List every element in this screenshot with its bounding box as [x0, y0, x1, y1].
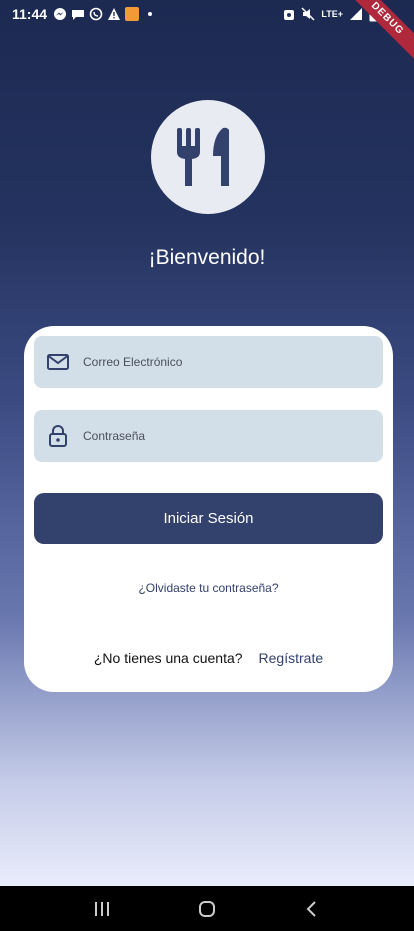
login-button[interactable]: Iniciar Sesión — [34, 493, 383, 544]
email-field[interactable] — [34, 336, 383, 388]
password-field[interactable] — [34, 410, 383, 462]
welcome-title: ¡Bienvenido! — [148, 246, 266, 269]
register-link[interactable]: Regístrate — [259, 650, 324, 666]
home-icon — [198, 900, 215, 917]
email-input[interactable] — [83, 355, 353, 369]
dot-icon — [148, 12, 153, 16]
register-row: ¿No tienes una cuenta? Regístrate — [24, 650, 393, 666]
status-bar: 11:44 LTE+ — [0, 0, 414, 28]
chat-icon — [72, 10, 85, 20]
signal-icon — [350, 8, 362, 20]
forgot-password-link[interactable]: ¿Olvidaste tu contraseña? — [24, 581, 393, 595]
password-input[interactable] — [83, 429, 353, 443]
system-nav-bar — [0, 886, 414, 931]
back-button[interactable] — [292, 894, 332, 924]
recent-apps-button[interactable] — [82, 894, 122, 924]
utensils-icon — [177, 127, 229, 186]
app-logo — [151, 100, 265, 214]
alarm-icon — [284, 10, 295, 20]
login-card: Iniciar Sesión ¿Olvidaste tu contraseña?… — [24, 326, 393, 692]
mute-icon — [301, 7, 315, 21]
network-label: LTE+ — [321, 9, 343, 19]
notification-icons — [53, 7, 157, 21]
whatsapp-icon — [89, 7, 103, 21]
status-time: 11:44 — [12, 6, 48, 22]
messenger-icon — [54, 8, 67, 20]
recent-apps-icon — [95, 901, 110, 916]
app-screen: 11:44 LTE+ DEBUG ¡Bienvenido! Correo Ele… — [0, 0, 414, 886]
warning-icon — [108, 8, 121, 20]
back-icon — [306, 900, 316, 917]
app-icon — [125, 7, 140, 21]
no-account-text: ¿No tienes una cuenta? — [93, 650, 243, 666]
lock-icon — [49, 425, 67, 447]
home-button[interactable] — [187, 894, 227, 924]
mail-icon — [47, 354, 69, 370]
